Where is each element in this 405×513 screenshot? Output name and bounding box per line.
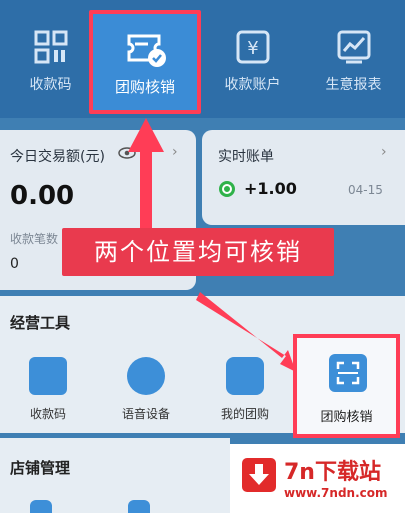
watermark-url: www.7ndn.com <box>284 486 388 500</box>
annotation-banner: 两个位置均可核销 <box>62 228 334 276</box>
arrow-diagonal-icon <box>196 292 296 372</box>
arrow-up-icon <box>128 118 164 228</box>
watermark: 7n下载站 www.7ndn.com <box>230 444 405 513</box>
download-logo-icon <box>242 458 276 492</box>
watermark-brand: 7n下载站 <box>284 460 381 485</box>
